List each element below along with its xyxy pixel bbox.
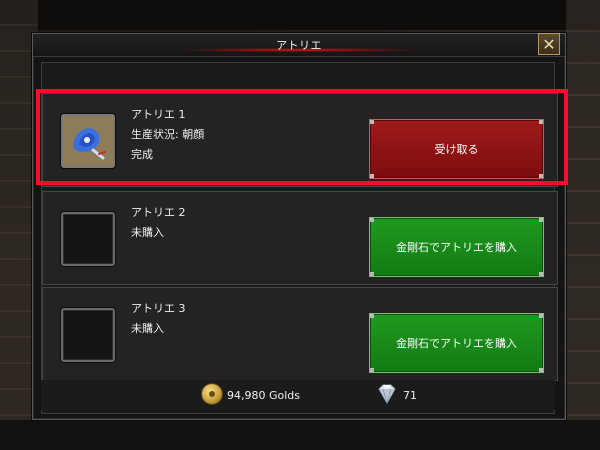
button-corner — [539, 272, 543, 276]
buy-atelier-2-button[interactable]: 金剛石でアトリエを購入 — [369, 217, 544, 277]
button-corner — [370, 314, 374, 318]
atelier-slot-1: アトリエ 1 生産状況: 朝顔 完成 受け取る — [42, 93, 558, 187]
morning-glory-icon — [63, 116, 113, 166]
slot-3-name: アトリエ 3 — [131, 302, 186, 315]
slot-1-state: 完成 — [131, 148, 153, 161]
background-pillar-right — [566, 0, 600, 450]
slot-1-status: 生産状況: 朝顔 — [131, 128, 205, 141]
gold-amount: 94,980 Golds — [227, 389, 301, 402]
button-corner — [370, 120, 374, 124]
diamond-amount: 71 — [403, 389, 417, 402]
window-title: アトリエ — [276, 39, 322, 52]
collect-button-label: 受け取る — [434, 143, 479, 156]
slot-1-name: アトリエ 1 — [131, 108, 186, 121]
button-corner — [370, 218, 374, 222]
slot-2-status: 未購入 — [131, 226, 164, 239]
slot-2-thumbnail[interactable] — [61, 212, 115, 266]
buy-atelier-2-label: 金剛石でアトリエを購入 — [396, 241, 517, 254]
background-top — [0, 0, 600, 30]
atelier-slot-3: アトリエ 3 未購入 金剛石でアトリエを購入 — [42, 287, 558, 381]
slot-2-name: アトリエ 2 — [131, 206, 186, 219]
diamond-icon — [378, 384, 396, 405]
button-corner — [539, 368, 543, 372]
atelier-slot-2: アトリエ 2 未購入 金剛石でアトリエを購入 — [42, 191, 558, 285]
currency-bar: 94,980 Golds 71 — [41, 380, 555, 410]
close-button[interactable]: ✕ — [538, 33, 560, 55]
button-corner — [539, 174, 543, 178]
button-corner — [539, 120, 543, 124]
slot-3-thumbnail[interactable] — [61, 308, 115, 362]
button-corner — [539, 218, 543, 222]
background-bottom — [0, 420, 600, 450]
button-corner — [370, 174, 374, 178]
buy-atelier-3-label: 金剛石でアトリエを購入 — [396, 337, 517, 350]
slot-1-thumbnail[interactable] — [61, 114, 115, 168]
button-corner — [370, 368, 374, 372]
button-corner — [370, 272, 374, 276]
slot-3-status: 未購入 — [131, 322, 164, 335]
atelier-window: アトリエ アトリエ 1 生産状況: 朝顔 完成 受け取る アトリエ 2 未購入 … — [32, 33, 566, 420]
collect-button[interactable]: 受け取る — [369, 119, 544, 179]
gold-coin-icon — [202, 384, 222, 404]
window-titlebar[interactable]: アトリエ — [33, 34, 565, 57]
close-icon: ✕ — [542, 34, 556, 54]
button-corner — [539, 314, 543, 318]
buy-atelier-3-button[interactable]: 金剛石でアトリエを購入 — [369, 313, 544, 373]
